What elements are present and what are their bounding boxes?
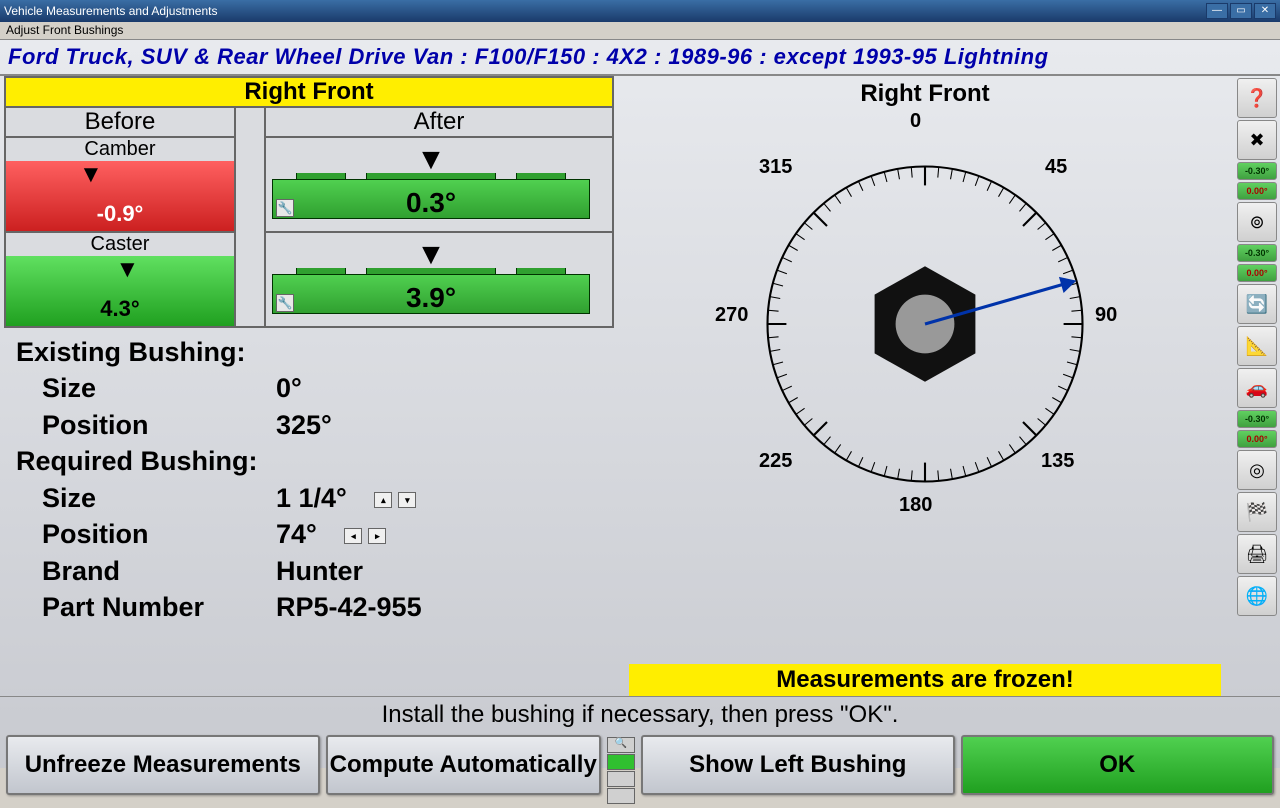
required-part-label: Part Number xyxy=(16,589,276,625)
existing-pos-label: Position xyxy=(16,407,276,443)
after-caster-value: 3.9° xyxy=(266,282,596,314)
pos-left-button[interactable]: ◂ xyxy=(344,528,362,544)
before-caster-value: 4.3° xyxy=(6,296,234,322)
vehicle-description: Ford Truck, SUV & Rear Wheel Drive Van :… xyxy=(0,40,1280,76)
required-size-label: Size xyxy=(16,480,276,516)
after-header: After xyxy=(265,107,613,137)
required-brand-value: Hunter xyxy=(276,553,363,589)
bushing-dial: 0 45 90 135 180 225 270 315 xyxy=(715,114,1135,534)
after-camber-gauge: − + ▼ 🔧 0.3° xyxy=(266,145,596,225)
readout-1b[interactable]: 0.00° xyxy=(1237,182,1277,200)
menubar: Adjust Front Bushings xyxy=(0,22,1280,40)
zoom-icon[interactable]: 🔍 xyxy=(608,738,634,749)
gauge-arrow-icon: ▼ xyxy=(416,143,446,177)
size-up-button[interactable]: ▴ xyxy=(374,492,392,508)
mode-option-2[interactable] xyxy=(607,771,635,787)
pos-right-button[interactable]: ▸ xyxy=(368,528,386,544)
help-icon[interactable]: ❓ xyxy=(1237,78,1277,118)
dial-0: 0 xyxy=(910,110,921,133)
gauge-arrow-icon: ▼ xyxy=(79,161,103,189)
side-toolbar: ❓ ✖ -0.30° 0.00° ⊚ -0.30° 0.00° 🔄 📐 🚗 -0… xyxy=(1235,76,1279,696)
existing-size-value: 0° xyxy=(276,370,302,406)
close-button[interactable]: ✕ xyxy=(1254,3,1276,19)
window-titlebar: Vehicle Measurements and Adjustments — ▭… xyxy=(0,0,1280,22)
tool-icon-6[interactable]: ◎ xyxy=(1237,450,1277,490)
unfreeze-button[interactable]: Unfreeze Measurements xyxy=(6,735,320,795)
required-pos-label: Position xyxy=(16,516,276,552)
table-title: Right Front xyxy=(5,77,613,107)
dial-90: 90 xyxy=(1095,304,1117,327)
tool-icon-2[interactable]: ⊚ xyxy=(1237,202,1277,242)
after-camber-value: 0.3° xyxy=(266,187,596,219)
frozen-banner: Measurements are frozen! xyxy=(629,664,1221,696)
required-pos-value: 74° xyxy=(276,519,317,549)
dial-title: Right Front xyxy=(615,80,1235,108)
dial-270: 270 xyxy=(715,304,748,327)
globe-icon[interactable]: 🌐 xyxy=(1237,576,1277,616)
caster-label: Caster xyxy=(6,233,234,256)
required-size-value: 1 1/4° xyxy=(276,483,347,513)
tool-icon-8[interactable]: 🖨 xyxy=(1237,534,1277,574)
tool-icon-1[interactable]: ✖ xyxy=(1237,120,1277,160)
existing-pos-value: 325° xyxy=(276,407,332,443)
before-caster-gauge: ▼ 4.3° xyxy=(6,256,234,326)
required-brand-label: Brand xyxy=(16,553,276,589)
gauge-arrow-icon: ▼ xyxy=(115,256,139,284)
gauge-arrow-icon: ▼ xyxy=(416,238,446,272)
readout-1a[interactable]: -0.30° xyxy=(1237,162,1277,180)
readout-2a[interactable]: -0.30° xyxy=(1237,244,1277,262)
camber-label: Camber xyxy=(6,138,234,161)
tool-icon-4[interactable]: 📐 xyxy=(1237,326,1277,366)
dial-180: 180 xyxy=(899,494,932,517)
dial-315: 315 xyxy=(759,156,792,179)
compute-button[interactable]: Compute Automatically xyxy=(326,735,602,795)
tool-icon-7[interactable]: 🏁 xyxy=(1237,492,1277,532)
existing-header: Existing Bushing: xyxy=(16,334,603,370)
minimize-button[interactable]: — xyxy=(1206,3,1228,19)
readout-3b[interactable]: 0.00° xyxy=(1237,430,1277,448)
tool-icon-5[interactable]: 🚗 xyxy=(1237,368,1277,408)
show-left-button[interactable]: Show Left Bushing xyxy=(641,735,955,795)
before-camber-gauge: ▼ -0.9° xyxy=(6,161,234,231)
window-title: Vehicle Measurements and Adjustments xyxy=(4,4,1206,18)
size-down-button[interactable]: ▾ xyxy=(398,492,416,508)
after-caster-gauge: − + ▼ 🔧 3.9° xyxy=(266,240,596,320)
existing-size-label: Size xyxy=(16,370,276,406)
dial-135: 135 xyxy=(1041,450,1074,473)
maximize-button[interactable]: ▭ xyxy=(1230,3,1252,19)
compute-mode-selector[interactable]: 🔍 xyxy=(607,735,635,804)
required-header: Required Bushing: xyxy=(16,443,603,479)
ok-button[interactable]: OK xyxy=(961,735,1275,795)
dial-225: 225 xyxy=(759,450,792,473)
required-part-value: RP5-42-955 xyxy=(276,589,422,625)
readout-3a[interactable]: -0.30° xyxy=(1237,410,1277,428)
instruction-text: Install the bushing if necessary, then p… xyxy=(0,696,1280,733)
before-camber-value: -0.9° xyxy=(6,201,234,227)
tool-icon-3[interactable]: 🔄 xyxy=(1237,284,1277,324)
mode-option-3[interactable] xyxy=(607,788,635,804)
readout-2b[interactable]: 0.00° xyxy=(1237,264,1277,282)
dial-45: 45 xyxy=(1045,156,1067,179)
before-header: Before xyxy=(5,107,235,137)
menu-item-adjust[interactable]: Adjust Front Bushings xyxy=(6,23,123,37)
